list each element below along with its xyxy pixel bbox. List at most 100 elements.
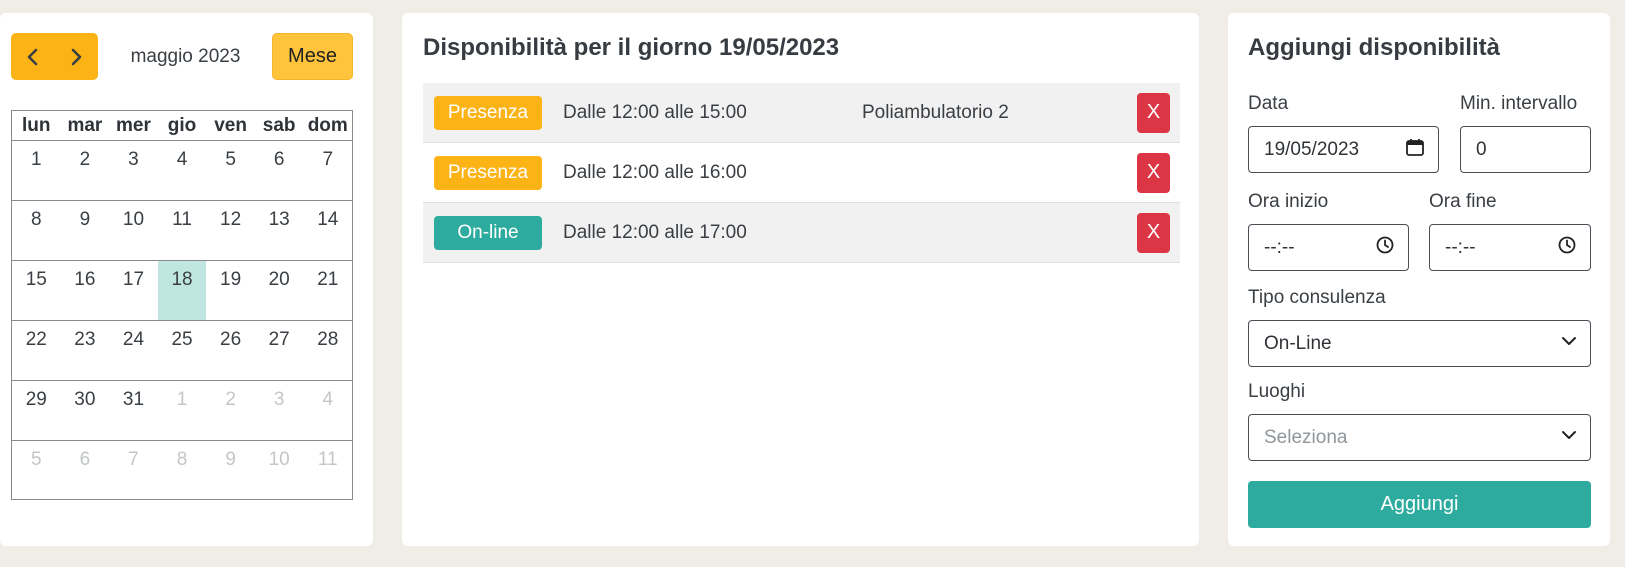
calendar-panel: maggio 2023 Mese lun mar mer gio ven sab dom 1…	[0, 13, 373, 546]
places-select[interactable]: Seleziona	[1248, 414, 1591, 461]
calendar-grid: lun mar mer gio ven sab dom 1 2 3 4 5 6 7 8 9 10 11 12 13 1…	[11, 110, 353, 500]
calendar-day[interactable]: 11	[158, 201, 207, 260]
calendar-day[interactable]: 6	[255, 141, 304, 200]
weekday-lun: lun	[22, 115, 51, 136]
month-view-button[interactable]: Mese	[272, 33, 353, 80]
start-time-input[interactable]: --:--	[1248, 224, 1409, 271]
clock-icon[interactable]	[1557, 235, 1577, 261]
calendar-week: 29 30 31 1 2 3 4	[12, 381, 352, 441]
calendar-day[interactable]: 26	[206, 321, 255, 380]
date-value: 19/05/2023	[1264, 138, 1360, 160]
calendar-day[interactable]: 4	[303, 381, 352, 440]
calendar-day[interactable]: 3	[109, 141, 158, 200]
calendar-day[interactable]: 14	[303, 201, 352, 260]
weekday-gio: gio	[167, 115, 197, 136]
calendar-week: 5 6 7 8 9 10 11	[12, 441, 352, 499]
calendar-day[interactable]: 30	[61, 381, 110, 440]
calendar-day[interactable]: 9	[61, 201, 110, 260]
weekday-sab: sab	[262, 115, 296, 136]
calendar-day[interactable]: 22	[12, 321, 61, 380]
calendar-day[interactable]: 28	[303, 321, 352, 380]
availability-row: Presenza Dalle 12:00 alle 16:00 X	[423, 143, 1180, 203]
add-availability-panel: Aggiungi disponibilità Data Min. interva…	[1228, 13, 1610, 546]
calendar-day-today[interactable]: 18	[157, 261, 207, 320]
add-availability-title: Aggiungi disponibilità	[1248, 34, 1500, 61]
calendar-day[interactable]: 7	[109, 441, 158, 499]
weekday-dom: dom	[307, 115, 348, 136]
consultation-type-badge: Presenza	[434, 95, 542, 130]
calendar-day[interactable]: 10	[109, 201, 158, 260]
chevron-down-icon	[1561, 427, 1577, 449]
calendar-day[interactable]: 1	[158, 381, 207, 440]
date-label: Data	[1248, 93, 1289, 114]
calendar-month-label: maggio 2023	[130, 45, 241, 67]
delete-availability-button[interactable]: X	[1137, 212, 1170, 253]
calendar-day[interactable]: 6	[61, 441, 110, 499]
calendar-day[interactable]: 23	[61, 321, 110, 380]
calendar-day[interactable]: 7	[303, 141, 352, 200]
add-availability-button[interactable]: Aggiungi	[1248, 481, 1591, 528]
calendar-day[interactable]: 21	[303, 261, 352, 320]
delete-availability-button[interactable]: X	[1137, 152, 1170, 193]
end-time-value: --:--	[1445, 236, 1476, 258]
calendar-day[interactable]: 9	[206, 441, 255, 499]
delete-availability-button[interactable]: X	[1137, 92, 1170, 133]
places-label: Luoghi	[1248, 381, 1306, 402]
calendar-day[interactable]: 4	[158, 141, 207, 200]
calendar-week: 15 16 17 18 19 20 21	[12, 261, 352, 321]
consultation-type-value: On-Line	[1264, 332, 1332, 354]
calendar-day[interactable]: 20	[255, 261, 304, 320]
calendar-day[interactable]: 31	[109, 381, 158, 440]
chevron-down-icon	[1561, 333, 1577, 355]
calendar-day[interactable]: 24	[109, 321, 158, 380]
clock-icon[interactable]	[1375, 235, 1395, 261]
calendar-nav-group	[11, 33, 98, 80]
calendar-day[interactable]: 8	[158, 441, 207, 499]
calendar-day[interactable]: 27	[255, 321, 304, 380]
calendar-day[interactable]: 15	[12, 261, 61, 320]
next-month-button[interactable]	[55, 33, 99, 80]
end-time-label: Ora fine	[1429, 191, 1497, 212]
start-time-value: --:--	[1264, 236, 1295, 258]
consultation-type-badge: On-line	[434, 215, 542, 250]
availability-list: Presenza Dalle 12:00 alle 15:00 Poliambula…	[423, 83, 1180, 263]
calendar-day[interactable]: 5	[206, 141, 255, 200]
interval-input[interactable]: 0	[1460, 126, 1591, 173]
calendar-body: 1 2 3 4 5 6 7 8 9 10 11 12 13 14 15 16 17 18 19 20 21 22 23 24 2…	[12, 141, 352, 499]
weekday-ven: ven	[214, 115, 247, 136]
calendar-weekday-header: lun mar mer gio ven sab dom	[12, 111, 352, 141]
prev-month-button[interactable]	[11, 33, 55, 80]
calendar-week: 22 23 24 25 26 27 28	[12, 321, 352, 381]
end-time-input[interactable]: --:--	[1429, 224, 1591, 271]
start-time-label: Ora inizio	[1248, 191, 1329, 212]
availability-place: Poliambulatorio 2	[862, 101, 1009, 123]
chevron-left-icon	[27, 48, 38, 65]
calendar-day[interactable]: 2	[61, 141, 110, 200]
consultation-type-label: Tipo consulenza	[1248, 287, 1386, 308]
calendar-day[interactable]: 3	[255, 381, 304, 440]
calendar-day[interactable]: 11	[303, 441, 352, 499]
consultation-type-select[interactable]: On-Line	[1248, 320, 1591, 367]
calendar-day[interactable]: 19	[206, 261, 255, 320]
availability-title: Disponibilità per il giorno 19/05/2023	[423, 34, 840, 61]
calendar-day[interactable]: 10	[255, 441, 304, 499]
availability-time: Dalle 12:00 alle 15:00	[563, 101, 747, 123]
calendar-day[interactable]: 12	[206, 201, 255, 260]
availability-panel: Disponibilità per il giorno 19/05/2023 P…	[402, 13, 1199, 546]
calendar-icon[interactable]	[1405, 137, 1425, 163]
calendar-day[interactable]: 8	[12, 201, 61, 260]
calendar-week: 1234567	[12, 141, 352, 201]
calendar-day[interactable]: 29	[12, 381, 61, 440]
calendar-day[interactable]: 13	[255, 201, 304, 260]
calendar-day[interactable]: 25	[158, 321, 207, 380]
calendar-day[interactable]: 16	[61, 261, 110, 320]
availability-time: Dalle 12:00 alle 16:00	[563, 161, 747, 183]
weekday-mar: mar	[67, 115, 103, 136]
calendar-day[interactable]: 17	[109, 261, 158, 320]
date-field[interactable]: 19/05/2023	[1248, 126, 1439, 173]
calendar-day[interactable]: 2	[206, 381, 255, 440]
calendar-day[interactable]: 5	[12, 441, 61, 499]
availability-row: Presenza Dalle 12:00 alle 15:00 Poliambula…	[423, 83, 1180, 143]
chevron-right-icon	[71, 48, 82, 65]
calendar-day[interactable]: 1	[12, 141, 61, 200]
